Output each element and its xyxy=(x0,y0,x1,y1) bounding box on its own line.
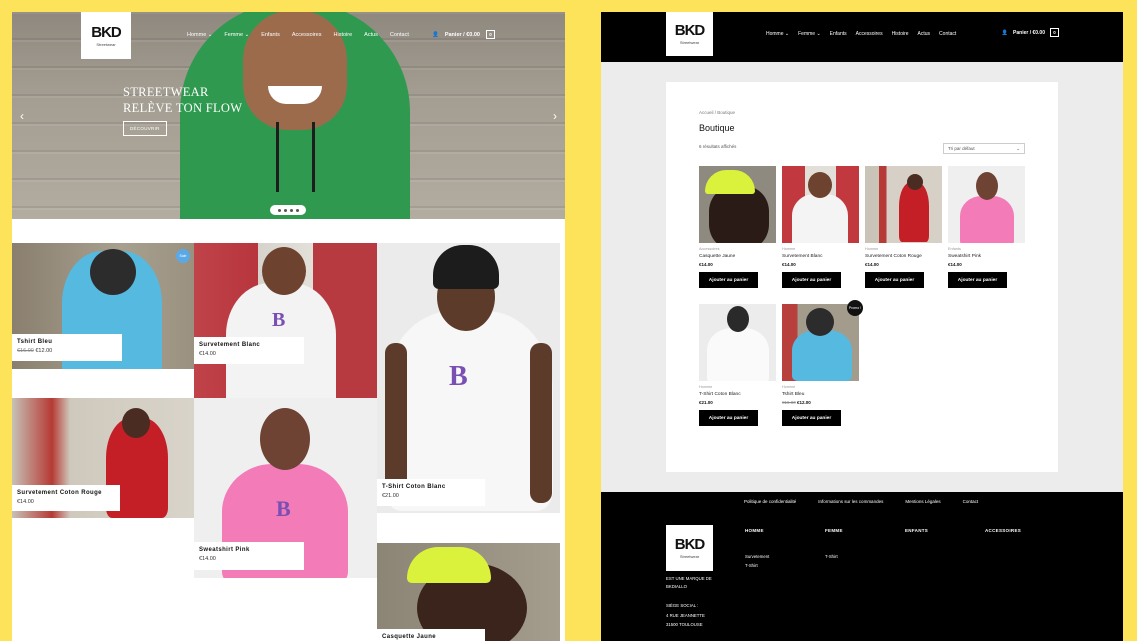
product-card-tshirt-coton-blanc[interactable]: Homme T-Shirt Coton Blanc €21.00 Ajouter… xyxy=(699,304,776,426)
main-nav: Homme ⌄ Femme ⌄ Enfants Accessoires Hist… xyxy=(766,31,956,37)
product-image[interactable] xyxy=(782,166,859,243)
footer-links: Politique de confidentialité Information… xyxy=(744,499,978,504)
product-image[interactable] xyxy=(699,304,776,381)
chevron-left-icon[interactable]: ‹ xyxy=(20,109,24,123)
b-logo-icon: B xyxy=(272,309,286,331)
cart-link[interactable]: 👤 Panier / €0.00 0 xyxy=(432,30,495,39)
footer-link-privacy[interactable]: Politique de confidentialité xyxy=(744,499,796,504)
product-tile-sweatshirt-pink[interactable]: B Sweatshirt Pink €14.00 xyxy=(194,398,377,578)
promo-badge: Promo ! xyxy=(847,300,863,316)
hero-title: STREETWEAR RELÈVE TON FLOW xyxy=(123,85,243,115)
footer-link-tshirt[interactable]: T-Shirt xyxy=(825,552,905,561)
footer-col-homme: HOMME Survetement T-Shirt xyxy=(745,528,825,570)
product-image[interactable] xyxy=(865,166,942,243)
shop-content: Accueil / Boutique Boutique 6 résultats … xyxy=(666,82,1058,472)
footer-col-accessoires: ACCESSOIRES xyxy=(985,528,1022,533)
nav-item-accessoires[interactable]: Accessoires xyxy=(292,32,322,38)
chevron-right-icon[interactable]: › xyxy=(553,109,557,123)
footer-columns: HOMME Survetement T-Shirt FEMME T-Shirt … xyxy=(745,528,1075,570)
add-to-cart-button[interactable]: Ajouter au panier xyxy=(699,272,758,288)
footer-link-survetement[interactable]: Survetement xyxy=(745,552,825,561)
nav-item-enfants[interactable]: Enfants xyxy=(261,32,280,38)
shop-page-screenshot: BKD Streetwear Homme ⌄ Femme ⌄ Enfants A… xyxy=(601,12,1123,641)
cart-link[interactable]: 👤 Panier / €0.00 0 xyxy=(1002,28,1059,37)
product-image[interactable]: Promo ! xyxy=(782,300,863,381)
footer-logo[interactable]: BKD Streetwear xyxy=(666,525,713,571)
product-image[interactable] xyxy=(948,166,1025,243)
b-logo-icon: B xyxy=(276,496,291,521)
home-page-screenshot: BKD Streetwear Homme ⌄ Femme ⌄ Enfants A… xyxy=(12,12,565,641)
product-tile-tshirt-bleu[interactable]: Sale Tshirt Bleu €16.00 €12.00 xyxy=(12,243,194,369)
user-icon[interactable]: 👤 xyxy=(432,32,439,38)
footer-link-orders[interactable]: Informations sur les commandes xyxy=(818,499,883,504)
product-card-sweatshirt-pink[interactable]: Enfants Sweatshirt Pink €14.00 Ajouter a… xyxy=(948,166,1025,288)
footer-address: SIÈGE SOCIAL : 4 RUE JEANNETTE 31500 TOU… xyxy=(666,603,705,627)
product-tile-survetement-coton-rouge[interactable]: Survetement Coton Rouge €14.00 xyxy=(12,398,194,518)
add-to-cart-button[interactable]: Ajouter au panier xyxy=(782,410,841,426)
product-label: Survetement Blanc €14.00 xyxy=(194,337,304,364)
chevron-down-icon: ⌄ xyxy=(1016,145,1020,151)
add-to-cart-button[interactable]: Ajouter au panier xyxy=(782,272,841,288)
product-card-tshirt-bleu[interactable]: Promo ! Homme Tshirt Bleu €16.00 €12.00 … xyxy=(782,300,863,426)
product-card-survetement-coton-rouge[interactable]: Homme Survetement Coton Rouge €14.00 Ajo… xyxy=(865,166,942,288)
breadcrumb[interactable]: Accueil / Boutique xyxy=(699,110,735,115)
cart-count-badge: 0 xyxy=(486,30,495,39)
product-label: T-Shirt Coton Blanc €21.00 xyxy=(377,479,485,506)
results-count: 6 résultats affichés xyxy=(699,144,737,149)
footer-brand-text: EST UNE MARQUE DE BKDIALLO xyxy=(666,576,712,589)
nav-item-histoire[interactable]: Histoire xyxy=(334,32,353,38)
nav-item-actus[interactable]: Actus xyxy=(918,31,931,37)
b-logo-icon: B xyxy=(449,361,468,392)
product-tile-survetement-blanc[interactable]: B Survetement Blanc €14.00 xyxy=(194,243,377,398)
site-logo[interactable]: BKD Streetwear xyxy=(81,12,131,59)
product-label: Casquette Jaune xyxy=(377,629,485,641)
slider-dots[interactable] xyxy=(270,205,306,215)
nav-item-histoire[interactable]: Histoire xyxy=(892,31,909,37)
nav-item-femme[interactable]: Femme ⌄ xyxy=(224,32,249,38)
add-to-cart-button[interactable]: Ajouter au panier xyxy=(865,272,924,288)
footer-link-legal[interactable]: Mentions Légales xyxy=(905,499,940,504)
product-label: Survetement Coton Rouge €14.00 xyxy=(12,485,120,511)
footer-link-contact[interactable]: Contact xyxy=(963,499,979,504)
product-image[interactable] xyxy=(699,166,776,243)
product-card-survetement-blanc[interactable]: Homme Survetement Blanc €14.00 Ajouter a… xyxy=(782,166,859,288)
nav-item-accessoires[interactable]: Accessoires xyxy=(856,31,883,37)
nav-item-homme[interactable]: Homme ⌄ xyxy=(766,31,789,37)
discover-button[interactable]: DÉCOUVRIR xyxy=(123,121,167,136)
add-to-cart-button[interactable]: Ajouter au panier xyxy=(948,272,1007,288)
hero-slider: BKD Streetwear Homme ⌄ Femme ⌄ Enfants A… xyxy=(12,12,565,219)
page-title: Boutique xyxy=(699,123,735,133)
product-label: Tshirt Bleu €16.00 €12.00 xyxy=(12,334,122,361)
footer-link-tshirt[interactable]: T-Shirt xyxy=(745,561,825,570)
product-tile-tshirt-coton-blanc[interactable]: B T-Shirt Coton Blanc €21.00 xyxy=(377,243,560,513)
nav-item-femme[interactable]: Femme ⌄ xyxy=(798,31,821,37)
site-logo[interactable]: BKD Streetwear xyxy=(666,12,713,56)
add-to-cart-button[interactable]: Ajouter au panier xyxy=(699,410,758,426)
site-footer: Politique de confidentialité Information… xyxy=(601,492,1123,641)
cart-count-badge: 0 xyxy=(1050,28,1059,37)
sort-select[interactable]: Tri par défaut ⌄ xyxy=(943,143,1025,154)
nav-item-actus[interactable]: Actus xyxy=(364,32,378,38)
product-tile-casquette-jaune[interactable]: Casquette Jaune xyxy=(377,543,560,641)
site-header: BKD Streetwear Homme ⌄ Femme ⌄ Enfants A… xyxy=(601,12,1123,62)
footer-col-femme: FEMME T-Shirt xyxy=(825,528,905,570)
nav-item-homme[interactable]: Homme ⌄ xyxy=(187,32,212,38)
user-icon[interactable]: 👤 xyxy=(1002,30,1008,36)
nav-item-enfants[interactable]: Enfants xyxy=(830,31,847,37)
nav-item-contact[interactable]: Contact xyxy=(939,31,956,37)
main-nav: Homme ⌄ Femme ⌄ Enfants Accessoires Hist… xyxy=(187,32,409,38)
product-label: Sweatshirt Pink €14.00 xyxy=(194,542,304,570)
product-card-casquette-jaune[interactable]: Accessoires Casquette Jaune €14.00 Ajout… xyxy=(699,166,776,288)
footer-col-enfants: ENFANTS xyxy=(905,528,929,533)
sale-badge: Sale xyxy=(176,249,190,263)
nav-item-contact[interactable]: Contact xyxy=(390,32,409,38)
